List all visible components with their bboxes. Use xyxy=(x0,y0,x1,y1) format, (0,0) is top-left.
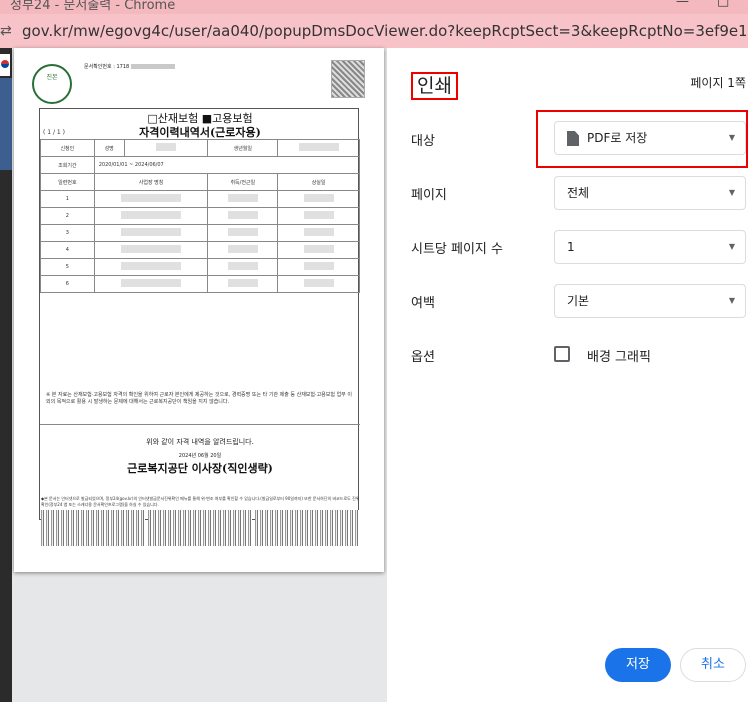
redacted-block xyxy=(130,64,175,69)
url-text: gov.kr/mw/egovg4c/user/aa040/popupDmsDoc… xyxy=(22,22,746,40)
period-label: 조회기간 xyxy=(40,156,95,174)
pages-label: 페이지 xyxy=(411,188,447,203)
table-row: 3 xyxy=(40,224,360,242)
authentic-seal-icon: 진본 xyxy=(32,64,72,104)
chevron-down-icon: ▼ xyxy=(728,296,735,305)
cancel-button[interactable]: 취소 xyxy=(680,648,746,682)
barcode-icon xyxy=(41,510,145,546)
taegeuk-icon xyxy=(0,54,10,76)
background-page-strip xyxy=(0,48,12,702)
confirm-text: 위와 같이 자격 내역을 알려드립니다. xyxy=(146,438,254,446)
margins-select[interactable]: 기본 ▼ xyxy=(554,284,746,318)
chevron-down-icon: ▼ xyxy=(728,188,735,197)
applicant-label: 신청인 xyxy=(40,139,95,157)
background-graphics-label[interactable]: 배경 그래픽 xyxy=(587,346,651,365)
background-graphics-checkbox[interactable] xyxy=(554,346,570,362)
table-row: 2 xyxy=(40,207,360,225)
url-bar[interactable]: ⇄ gov.kr/mw/egovg4c/user/aa040/popupDmsD… xyxy=(0,14,748,48)
doc-number: 문서확인번호 : 1718 xyxy=(84,63,175,70)
preview-sheet: 진본 문서확인번호 : 1718 □산재보험 ■고용보험 ( 1 / 1 ) 자… xyxy=(14,48,384,572)
options-label: 옵션 xyxy=(411,350,435,365)
footer-note: ◆본 문서는 인터넷으로 발급되었으며, 정부24(gov.kr)의 인터넷발급… xyxy=(41,496,360,507)
minimize-icon[interactable]: — xyxy=(676,0,689,9)
col-no: 일련번호 xyxy=(40,173,95,191)
margins-value: 기본 xyxy=(567,294,590,308)
pages-value: 전체 xyxy=(567,186,590,200)
barcode-icon xyxy=(148,510,252,546)
pages-per-sheet-select[interactable]: 1 ▼ xyxy=(554,230,746,264)
period-value: 2020/01/01 ~ 2024/06/07 xyxy=(93,156,361,174)
destination-select[interactable]: PDF로 저장 ▼ xyxy=(554,121,746,155)
table-row: 6 xyxy=(40,275,360,293)
margins-label: 여백 xyxy=(411,296,435,311)
site-settings-icon[interactable]: ⇄ xyxy=(0,22,14,40)
birth-label: 생년월일 xyxy=(207,139,279,157)
save-button[interactable]: 저장 xyxy=(605,648,671,682)
divider xyxy=(40,424,360,425)
table-row: 1 xyxy=(40,190,360,208)
page-count: 페이지 1쪽 xyxy=(690,76,746,90)
form-title: 자격이력내역서(근로자용) xyxy=(139,126,261,139)
col-company: 사업장 명칭 xyxy=(93,173,209,191)
print-settings-panel: 인쇄 페이지 1쪽 대상 PDF로 저장 ▼ 페이지 전체 ▼ 시트당 페이지 … xyxy=(387,48,748,702)
print-title: 인쇄 xyxy=(411,72,458,100)
history-table: 신청인 성명 생년월일 조회기간 2020/01/01 ~ 2024/06/07… xyxy=(40,139,361,293)
destination-label: 대상 xyxy=(411,134,435,149)
qr-code-icon xyxy=(331,60,365,98)
name-value xyxy=(123,139,209,157)
window-title: 정부24 - 문서출력 - Chrome xyxy=(10,0,176,13)
col-acquire: 취득/전근일 xyxy=(207,173,279,191)
background-banner xyxy=(0,78,12,170)
window-titlebar: 정부24 - 문서출력 - Chrome — □ xyxy=(0,0,748,14)
certificate-form: □산재보험 ■고용보험 ( 1 / 1 ) 자격이력내역서(근로자용) 신청인 … xyxy=(39,108,361,520)
chevron-down-icon: ▼ xyxy=(728,242,735,251)
restore-icon[interactable]: □ xyxy=(717,0,729,9)
col-loss: 상실일 xyxy=(277,173,360,191)
pages-per-sheet-value: 1 xyxy=(567,240,575,254)
table-row: 4 xyxy=(40,241,360,259)
print-preview-area[interactable]: 진본 문서확인번호 : 1718 □산재보험 ■고용보험 ( 1 / 1 ) 자… xyxy=(12,48,387,702)
issue-date: 2024년 06월 20일 xyxy=(178,453,222,459)
barcode-icon xyxy=(255,510,359,546)
pages-select[interactable]: 전체 ▼ xyxy=(554,176,746,210)
table-row: 5 xyxy=(40,258,360,276)
pages-per-sheet-label: 시트당 페이지 수 xyxy=(411,242,503,257)
issuer-org: 근로복지공단 이사장(직인생략) xyxy=(127,462,273,475)
birth-value xyxy=(277,139,360,157)
destination-value: PDF로 저장 xyxy=(587,131,648,145)
usage-notice: ※ 본 자료는 산재보험·고용보험 자격의 확인을 위하여 근로자 본인에게 제… xyxy=(46,392,352,405)
name-label: 성명 xyxy=(93,139,125,157)
chevron-down-icon: ▼ xyxy=(728,133,735,142)
file-icon xyxy=(567,131,579,146)
